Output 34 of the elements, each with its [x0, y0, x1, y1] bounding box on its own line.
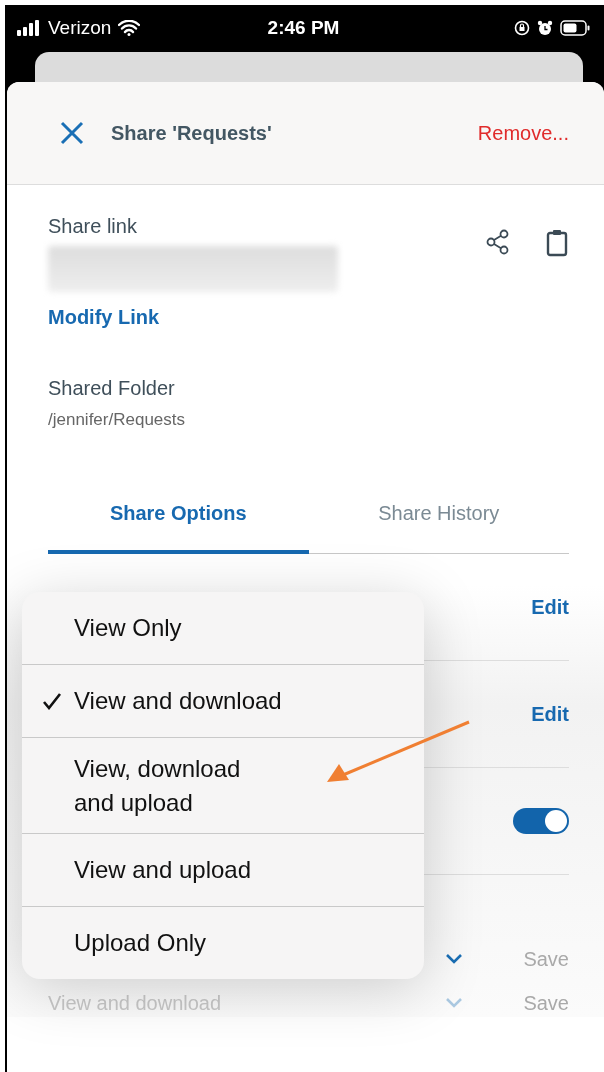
- menu-item-label: View and upload: [74, 855, 252, 886]
- menu-item[interactable]: View Only: [22, 592, 424, 664]
- chevron-down-icon[interactable]: [445, 953, 464, 965]
- menu-item[interactable]: View and upload: [22, 833, 424, 907]
- sheet-title: Share 'Requests': [111, 121, 273, 145]
- status-time: 2:46 PM: [267, 16, 340, 39]
- edit-link[interactable]: Edit: [531, 595, 569, 619]
- menu-item-label: View, download and upload: [74, 754, 241, 818]
- menu-item-label: View Only: [74, 613, 182, 644]
- wifi-icon: [118, 19, 141, 36]
- share-icon: [485, 229, 511, 255]
- folder-path: /jennifer/Requests: [48, 410, 187, 430]
- shared-folder-label: Shared Folder: [48, 377, 176, 400]
- tab[interactable]: Share Options: [48, 502, 309, 554]
- menu-item-label: Upload Only: [74, 928, 207, 959]
- toggle-switch[interactable]: [513, 808, 569, 834]
- copy-button[interactable]: [545, 229, 569, 257]
- menu-item[interactable]: View and download: [22, 664, 424, 737]
- menu-item[interactable]: Upload Only: [22, 906, 424, 980]
- battery-icon: [560, 19, 590, 36]
- rotation-lock-icon: [514, 19, 530, 36]
- edit-link[interactable]: Edit: [531, 702, 569, 726]
- signal-icon: [17, 19, 41, 36]
- remove-button[interactable]: Remove...: [477, 121, 569, 145]
- modify-link[interactable]: Modify Link: [48, 306, 451, 329]
- share-link-label: Share link: [48, 215, 138, 238]
- clipboard-icon: [545, 229, 569, 257]
- close-icon: [59, 120, 85, 146]
- tab[interactable]: Share History: [308, 502, 569, 554]
- carrier-name: Verizon: [48, 16, 112, 39]
- menu-item-label: View and download: [74, 686, 282, 717]
- share-button[interactable]: [485, 229, 511, 255]
- close-button[interactable]: [59, 120, 85, 146]
- alarm-icon: [537, 19, 553, 36]
